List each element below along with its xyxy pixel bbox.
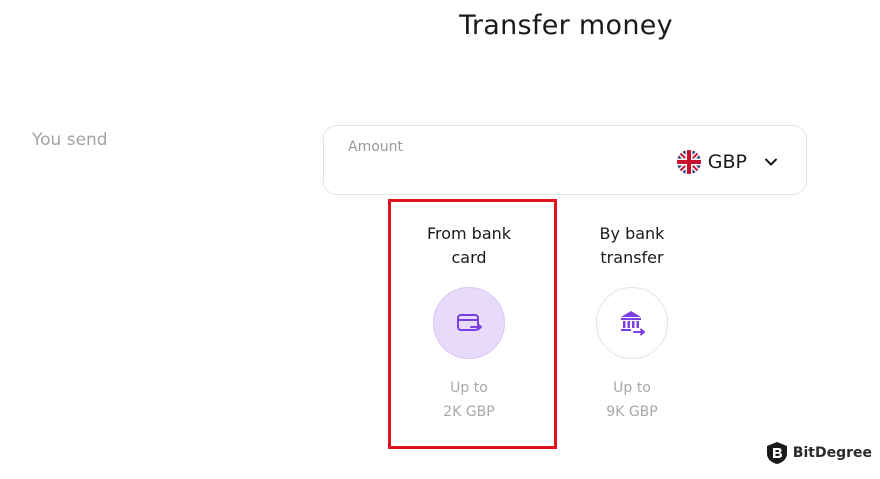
method-limit-line: Up to xyxy=(613,380,651,396)
method-limit: Up to 9K GBP xyxy=(567,376,697,424)
page-title: Transfer money xyxy=(459,10,673,41)
you-send-label: You send xyxy=(32,130,108,150)
uk-flag-icon xyxy=(676,150,701,174)
currency-code: GBP xyxy=(707,151,747,173)
watermark: BitDegree xyxy=(766,441,872,465)
method-icon-circle[interactable] xyxy=(596,287,668,359)
watermark-text: BitDegree xyxy=(792,445,872,461)
method-title-line: By bank xyxy=(599,224,665,243)
currency-selector[interactable]: GBP xyxy=(676,150,778,174)
chevron-down-icon[interactable] xyxy=(764,155,778,169)
method-title-line: transfer xyxy=(600,248,664,267)
bitdegree-logo-icon xyxy=(766,442,787,464)
payment-method-bank-transfer[interactable]: By bank transfer Up to 9K GBP xyxy=(567,222,697,424)
highlight-annotation xyxy=(388,199,557,449)
amount-field[interactable]: Amount GBP xyxy=(323,125,807,195)
method-limit-line: 9K GBP xyxy=(606,404,658,420)
amount-label: Amount xyxy=(348,139,404,155)
bank-building-icon xyxy=(621,311,645,336)
method-title: By bank transfer xyxy=(567,222,697,270)
